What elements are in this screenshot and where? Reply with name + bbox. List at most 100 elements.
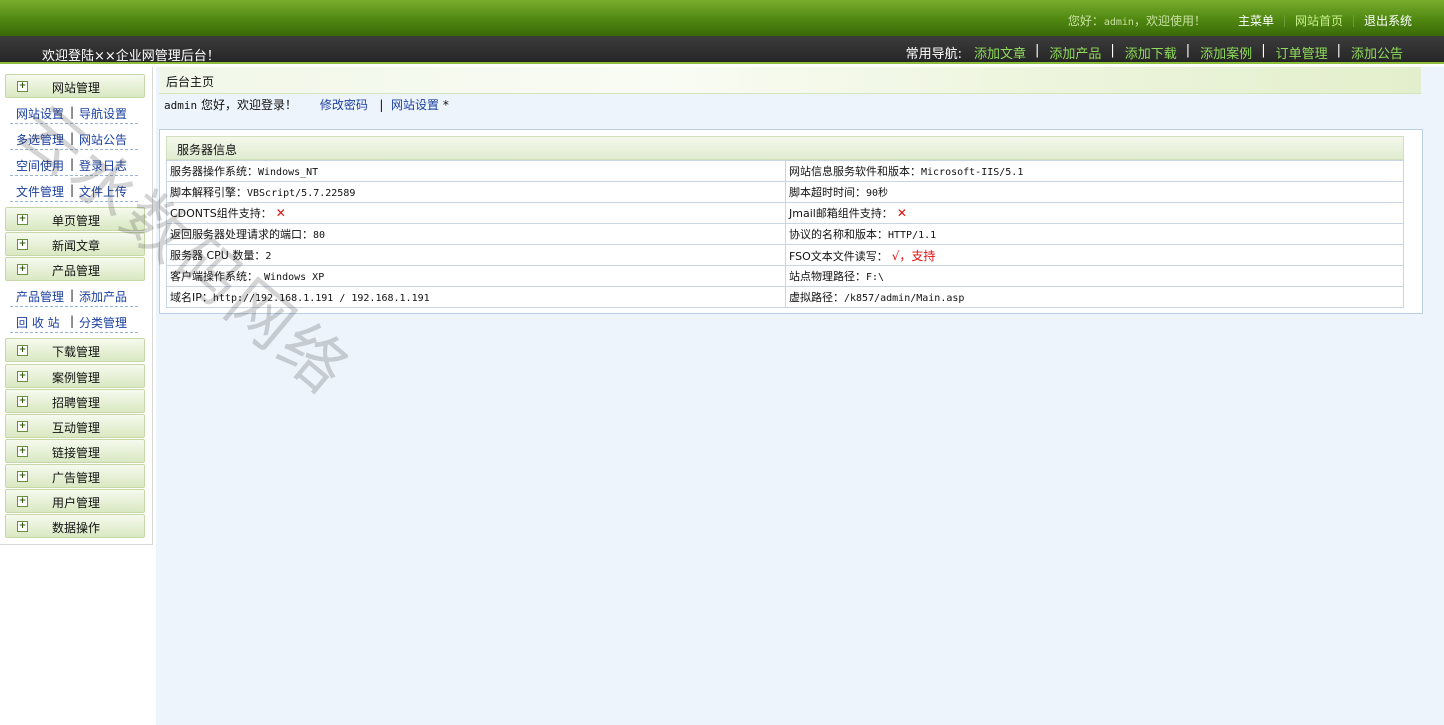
table-cell: 服务器操作系统：Windows_NT (166, 160, 786, 182)
plus-icon: + (17, 371, 28, 382)
plus-icon: + (17, 421, 28, 432)
greeting-prefix: 您好： (1067, 14, 1104, 28)
table-cell: 脚本超时时间：90秒 (785, 181, 1404, 203)
table-row: 域名IP：http://192.168.1.191 / 192.168.1.19… (166, 286, 1404, 308)
top-header: 您好：admin，欢迎使用！ 主菜单 网站首页 退出系统 (0, 0, 1444, 36)
menu-product[interactable]: + 产品管理 (5, 257, 145, 281)
quick-nav-label: 常用导航: (905, 47, 962, 62)
cell-label: 协议的名称和版本： (789, 228, 888, 241)
cell-label: 脚本超时时间： (789, 186, 866, 199)
menu-title: 产品管理 (52, 264, 101, 278)
recycle-bin-link[interactable]: 回 收 站 (16, 314, 60, 331)
menu-links[interactable]: + 链接管理 (5, 439, 145, 463)
quick-nav-add-download[interactable]: 添加下载 (1115, 43, 1186, 62)
table-cell: 虚拟路径：/k857/admin/Main.asp (785, 286, 1404, 308)
cell-value: Microsoft-IIS/5.1 (921, 167, 1024, 178)
username: admin (164, 99, 198, 112)
star-mark: * (442, 98, 449, 112)
cell-label: 服务器操作系统： (170, 165, 258, 178)
menu-data[interactable]: + 数据操作 (5, 514, 145, 538)
menu-title: 互动管理 (52, 421, 101, 435)
table-row: 脚本解释引擎：VBScript/5.7.22589 脚本超时时间：90秒 (166, 181, 1404, 203)
file-upload-link[interactable]: 文件上传 (79, 183, 127, 200)
table-row: 服务器操作系统：Windows_NT 网站信息服务软件和版本：Microsoft-… (166, 160, 1404, 182)
site-settings-link[interactable]: 网站设置 (16, 105, 64, 122)
product-management-link[interactable]: 产品管理 (16, 288, 64, 305)
user-greeting: 您好，欢迎登录！ (197, 98, 297, 112)
cell-label: CDONTS组件支持： (170, 207, 272, 220)
quick-nav-add-notice[interactable]: 添加公告 (1341, 43, 1412, 62)
add-product-link[interactable]: 添加产品 (79, 288, 127, 305)
cell-label: 网站信息服务软件和版本： (789, 165, 921, 178)
menu-download[interactable]: + 下载管理 (5, 338, 145, 362)
table-cell: 域名IP：http://192.168.1.191 / 192.168.1.19… (166, 286, 786, 308)
table-cell: 服务器 CPU 数量：2 (166, 244, 786, 266)
menu-users[interactable]: + 用户管理 (5, 489, 145, 513)
submenu-row: 多选管理 | 网站公告 (10, 127, 138, 150)
logout-link[interactable]: 退出系统 (1354, 12, 1422, 29)
site-home-link[interactable]: 网站首页 (1285, 12, 1353, 29)
menu-news[interactable]: + 新闻文章 (5, 232, 145, 256)
server-info-table: 服务器操作系统：Windows_NT 网站信息服务软件和版本：Microsoft-… (166, 160, 1404, 308)
table-cell: CDONTS组件支持： ✕ (166, 202, 786, 224)
quick-nav-add-product[interactable]: 添加产品 (1039, 43, 1110, 62)
table-cell: 站点物理路径：F:\ (785, 265, 1404, 287)
cell-value: 80 (313, 230, 326, 241)
site-notice-link[interactable]: 网站公告 (79, 131, 127, 148)
cell-label: 脚本解释引擎： (170, 186, 247, 199)
submenu-row: 产品管理 | 添加产品 (10, 284, 138, 307)
table-row: CDONTS组件支持： ✕ Jmail邮箱组件支持： ✕ (166, 202, 1404, 224)
panel-header: 服务器信息 (166, 136, 1404, 160)
menu-interaction[interactable]: + 互动管理 (5, 414, 145, 438)
separator: | (70, 314, 75, 328)
quick-nav-order-management[interactable]: 订单管理 (1266, 43, 1337, 62)
menu-case[interactable]: + 案例管理 (5, 364, 145, 388)
plus-icon: + (17, 264, 28, 275)
menu-ads[interactable]: + 广告管理 (5, 464, 145, 488)
multi-select-link[interactable]: 多选管理 (16, 131, 64, 148)
menu-site-management[interactable]: + 网站管理 (5, 74, 145, 98)
greeting-suffix: ，欢迎使用！ (1133, 14, 1206, 28)
header-links: 您好：admin，欢迎使用！ 主菜单 网站首页 退出系统 (1068, 12, 1422, 29)
cell-value: VBScript/5.7.22589 (247, 188, 356, 199)
menu-recruit[interactable]: + 招聘管理 (5, 389, 145, 413)
plus-icon: + (17, 396, 28, 407)
cell-value: ✕ (275, 206, 286, 220)
cell-value: /k857/admin/Main.asp (844, 293, 965, 304)
server-info-panel: 服务器信息 服务器操作系统：Windows_NT 网站信息服务软件和版本：Micr… (159, 129, 1423, 314)
cell-value: ✕ (896, 206, 907, 220)
quick-nav-add-case[interactable]: 添加案例 (1190, 43, 1261, 62)
menu-single-page[interactable]: + 单页管理 (5, 207, 145, 231)
quick-nav-add-article[interactable]: 添加文章 (964, 43, 1035, 62)
plus-icon: + (17, 345, 28, 356)
login-log-link[interactable]: 登录日志 (79, 157, 127, 174)
submenu-row: 回 收 站 | 分类管理 (10, 310, 138, 333)
separator: | (70, 105, 75, 119)
main-content: 后台主页 admin 您好，欢迎登录！ 修改密码 | 网站设置 * 服务器信息 … (156, 67, 1444, 725)
plus-icon: + (17, 81, 28, 92)
category-management-link[interactable]: 分类管理 (79, 314, 127, 331)
cell-label: FSO文本文件读写： (789, 249, 888, 263)
table-cell: FSO文本文件读写： √，支持 (785, 244, 1404, 266)
table-row: 返回服务器处理请求的端口：80 协议的名称和版本：HTTP/1.1 (166, 223, 1404, 245)
change-password-link[interactable]: 修改密码 (320, 98, 368, 112)
table-cell: 协议的名称和版本：HTTP/1.1 (785, 223, 1404, 245)
plus-icon: + (17, 214, 28, 225)
cell-label: Jmail邮箱组件支持： (789, 207, 893, 220)
cell-label: 站点物理路径： (789, 270, 866, 283)
main-menu-link[interactable]: 主菜单 (1228, 12, 1284, 29)
greeting: 您好：admin，欢迎使用！ (1068, 12, 1206, 29)
plus-icon: + (17, 446, 28, 457)
separator: | (379, 98, 384, 112)
cell-label: 域名IP： (170, 291, 213, 304)
plus-icon: + (17, 239, 28, 250)
submenu-row: 文件管理 | 文件上传 (10, 179, 138, 202)
site-settings-link[interactable]: 网站设置 (391, 98, 439, 112)
table-row: 客户端操作系统： Windows XP 站点物理路径：F:\ (166, 265, 1404, 287)
space-usage-link[interactable]: 空间使用 (16, 157, 64, 174)
table-row: 服务器 CPU 数量：2 FSO文本文件读写： √，支持 (166, 244, 1404, 266)
nav-settings-link[interactable]: 导航设置 (79, 105, 127, 122)
file-management-link[interactable]: 文件管理 (16, 183, 64, 200)
table-cell: 返回服务器处理请求的端口：80 (166, 223, 786, 245)
menu-title: 下载管理 (52, 345, 101, 359)
